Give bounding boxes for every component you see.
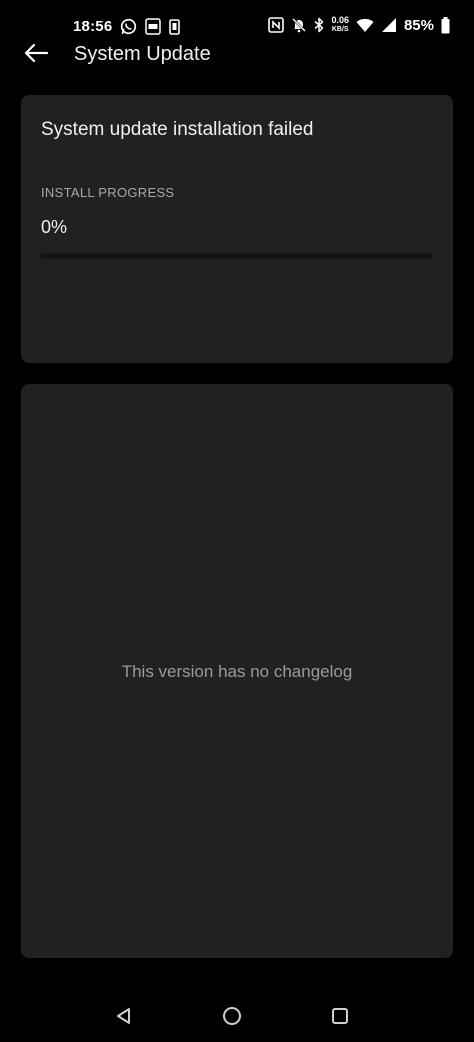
install-progress-label: INSTALL PROGRESS	[41, 185, 175, 200]
back-button[interactable]	[14, 40, 58, 70]
install-progress-bar	[41, 253, 433, 259]
triangle-back-icon	[114, 1006, 134, 1031]
nav-back-button[interactable]	[104, 1004, 144, 1032]
install-progress-percent: 0%	[41, 217, 68, 237]
changelog-card: This version has no changelog	[21, 384, 453, 958]
update-status-title: System update installation failed	[41, 119, 314, 140]
update-status-card: System update installation failed INSTAL…	[21, 95, 453, 363]
page-title: System Update	[74, 43, 211, 65]
nav-home-button[interactable]	[212, 1004, 252, 1032]
square-recents-icon	[330, 1006, 350, 1031]
arrow-left-icon	[23, 43, 49, 68]
network-speed-value: 0.06	[331, 15, 349, 25]
circle-home-icon	[221, 1005, 243, 1032]
nav-recents-button[interactable]	[320, 1004, 360, 1032]
changelog-empty-message: This version has no changelog	[121, 662, 353, 681]
navigation-bar	[0, 990, 474, 1042]
app-header: System Update	[0, 30, 474, 80]
